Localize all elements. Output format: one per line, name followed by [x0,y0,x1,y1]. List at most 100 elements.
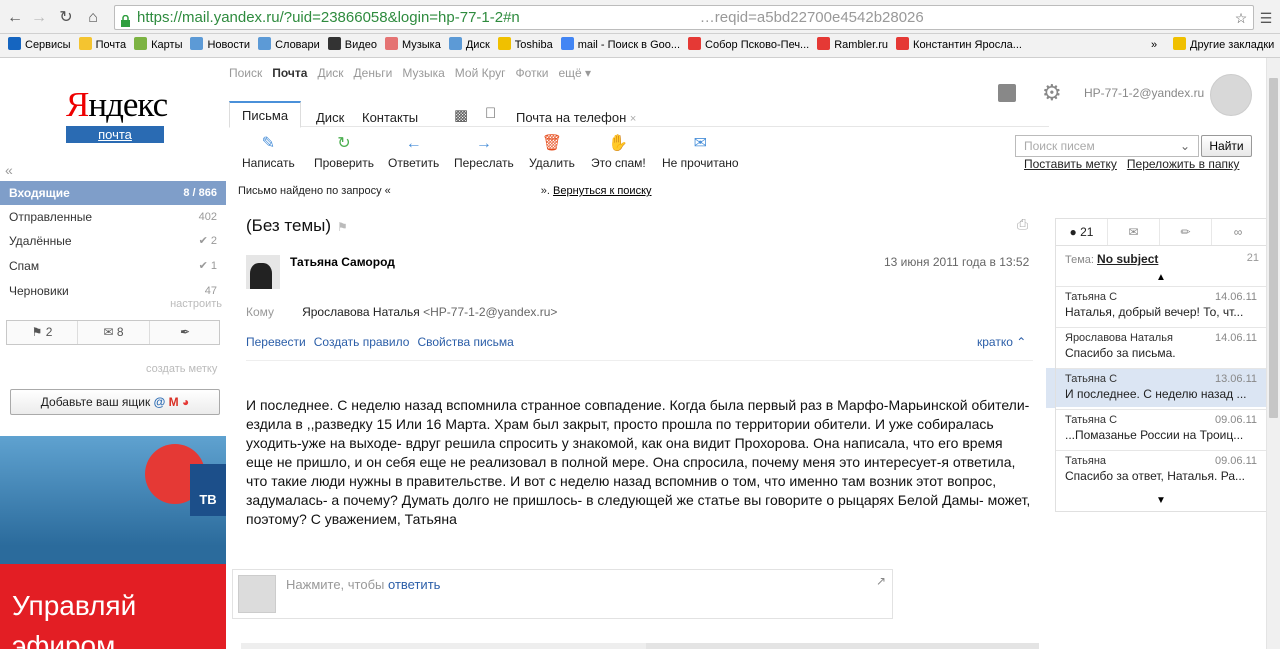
apple-icon[interactable]:  [485,105,496,122]
service-music[interactable]: Музыка [402,66,444,80]
quick-reply-box[interactable]: Нажмите, чтобы ответить ↗ [232,569,893,619]
bookmarks-more[interactable]: » [1151,34,1157,56]
mail-search-input[interactable]: Поиск писем ⌄ [1015,135,1199,157]
search-button[interactable]: Найти [1201,135,1252,157]
tab-links[interactable]: ∞ [1212,219,1264,245]
bookmark-item[interactable]: Новости [190,34,250,56]
bookmark-item[interactable]: Почта [78,34,126,56]
bookmark-icon [384,37,398,50]
delete-button[interactable]: 🗑 Удалить [529,134,575,170]
user-email[interactable]: HP-77-1-2@yandex.ru [1084,86,1204,100]
mail-logo-link[interactable]: почта [66,126,164,143]
service-more[interactable]: ещё ▾ [559,66,592,80]
url-tail: …reqid=a5bd22700e4542b28026 [699,9,924,26]
bookmark-icon [190,37,204,50]
forward-icon[interactable]: → [28,7,50,29]
sender-name[interactable]: Татьяна Самород [290,255,395,269]
bookmark-item[interactable]: mail - Поиск в Goo... [560,34,680,56]
scroll-down-icon[interactable]: ▼ [1156,495,1166,506]
url-text: https://mail.yandex.ru/?uid=23866058&log… [137,9,520,26]
back-icon[interactable]: ← [4,7,26,29]
brief-toggle[interactable]: кратко ⌃ [977,335,1026,349]
service-disk[interactable]: Диск [317,66,343,80]
folder-inbox[interactable]: Входящие 8 / 866 [0,181,226,205]
tab-disk[interactable]: Диск [316,110,344,125]
tab-letters[interactable]: Письма [229,101,302,128]
bookmark-item[interactable]: Сервисы [8,34,71,56]
bookmark-item[interactable]: Константин Яросла... [896,34,1022,56]
other-bookmarks[interactable]: Другие закладки [1173,34,1274,56]
tab-phone-mail[interactable]: Почта на телефон × [516,110,636,125]
android-icon[interactable]: ▩ [454,106,468,124]
set-label-link[interactable]: Поставить метку [1024,157,1117,171]
folder-spam[interactable]: Спам ✔ 1 [0,254,226,278]
move-to-folder-link[interactable]: Переложить в папку [1127,157,1240,171]
service-search[interactable]: Поиск [229,66,262,80]
reload-icon[interactable]: ↻ [55,7,77,29]
bookmark-item[interactable]: Toshiba [497,34,553,56]
tab-contacts[interactable]: Контакты [362,110,418,125]
scrollbar-thumb[interactable] [1269,78,1278,418]
create-rule-link[interactable]: Создать правило [314,335,410,349]
envelope-icon: ✉ [1128,225,1139,239]
recipient-row: Кому Ярославова Наталья <HP-77-1-2@yandex… [246,305,558,319]
folder-sent[interactable]: Отправленные 402 [0,205,226,229]
bookmark-item[interactable]: Музыка [384,34,441,56]
bookmark-item[interactable]: Диск [448,34,490,56]
thread-item[interactable]: Татьяна 09.06.11 Спасибо за ответ, Наталья… [1056,450,1266,489]
print-icon[interactable]: ⎙ [1017,216,1028,233]
tab-contacts-icon[interactable]: ✉ [1108,219,1160,245]
thread-item[interactable]: Татьяна С 09.06.11 ...Помазанье России на … [1056,409,1266,448]
flag-icon[interactable]: ⚑ [337,220,348,234]
tab-thread[interactable]: ● 21 [1056,219,1108,245]
service-mycircle[interactable]: Мой Круг [455,66,506,80]
filter-unread[interactable]: ✉ 8 [78,321,150,344]
filter-attachments[interactable]: ✒ [150,321,220,344]
chevron-down-icon[interactable]: ⌄ [1180,136,1190,156]
star-icon[interactable]: ☆ [1230,7,1252,29]
thread-item[interactable]: Татьяна С 14.06.11 Наталья, добрый вечер! … [1056,286,1266,325]
forward-button[interactable]: → Переслать [454,134,514,170]
folders-setup-link[interactable]: настроить [170,298,222,310]
expand-icon[interactable]: ↗ [876,574,886,588]
compose-button[interactable]: ✎ Написать [242,134,295,170]
bookmark-icon [78,37,92,50]
folder-deleted[interactable]: Удалённые ✔ 2 [0,229,226,253]
bookmark-item[interactable]: Собор Псково-Печ... [688,34,809,56]
check-mail-button[interactable]: ↻ Проверить [314,134,374,170]
bookmark-item[interactable]: Словари [258,34,320,56]
scroll-up-icon[interactable]: ▲ [1156,272,1166,283]
bookmark-item[interactable]: Rambler.ru [817,34,888,56]
yandex-logo[interactable]: Яндекс почта [66,85,168,153]
page-scrollbar[interactable] [1266,58,1280,649]
tab-attachments[interactable]: ✏ [1160,219,1212,245]
translate-link[interactable]: Перевести [246,335,306,349]
close-icon[interactable]: × [630,113,636,125]
bookmark-item[interactable]: Видео [327,34,377,56]
thread-item-current[interactable]: Татьяна С 13.06.11 И последнее. С неделю н… [1056,368,1266,407]
thread-item[interactable]: Ярославова Наталья 14.06.11 Спасибо за пис… [1056,327,1266,366]
service-money[interactable]: Деньги [354,66,393,80]
create-label-link[interactable]: создать метку [146,363,217,375]
bookmark-icon [817,37,831,50]
collapse-sidebar-icon[interactable]: « [5,162,13,178]
spam-button[interactable]: ✋ Это спам! [591,134,646,170]
apps-icon[interactable] [998,84,1016,102]
add-mailbox-button[interactable]: Добавьте ваш ящик @ M ◕ [10,389,220,415]
user-avatar[interactable] [1210,74,1252,116]
service-mail[interactable]: Почта [272,66,307,80]
menu-icon[interactable]: ☰ [1255,7,1277,29]
envelope-icon: ✉ [693,135,707,152]
advertisement-banner[interactable]: ТВ Управляй эфиром [0,436,226,649]
filter-flagged[interactable]: ⚑ 2 [7,321,78,344]
bookmark-item[interactable]: Карты [134,34,182,56]
message-properties-link[interactable]: Свойства письма [417,335,513,349]
home-icon[interactable]: ⌂ [82,7,104,29]
address-bar[interactable]: https://mail.yandex.ru/?uid=23866058&log… [114,5,1254,30]
service-photos[interactable]: Фотки [516,66,549,80]
recipient-name[interactable]: Ярославова Наталья [302,305,420,319]
mark-unread-button[interactable]: ✉ Не прочитано [662,134,739,170]
message-toolbar: ✎ Написать ↻ Проверить ← Ответить → Переслат… [232,134,792,176]
back-to-search-link[interactable]: Вернуться к поиску [553,185,651,197]
reply-button[interactable]: ← Ответить [388,134,439,170]
